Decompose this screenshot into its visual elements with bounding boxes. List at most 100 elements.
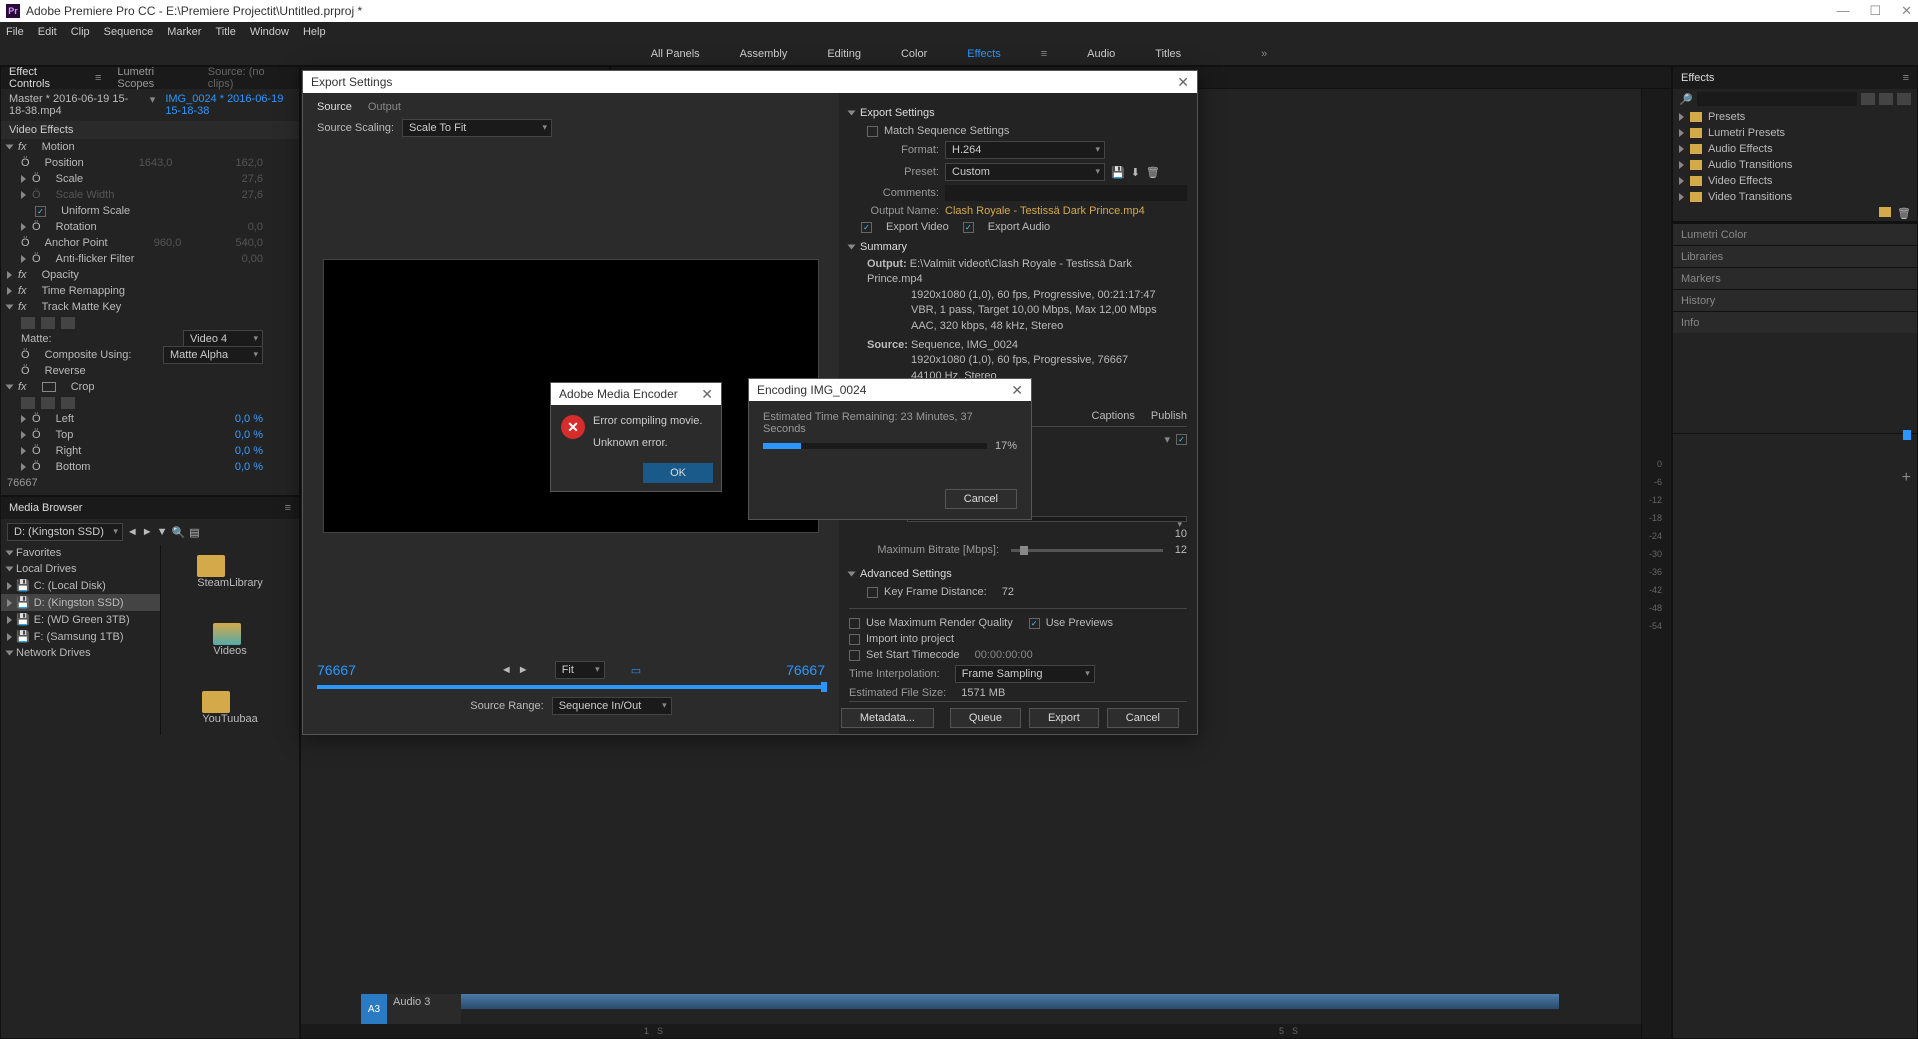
composite-dropdown[interactable]: Matte Alpha — [163, 346, 263, 364]
advanced-settings-header[interactable]: Advanced Settings — [860, 568, 952, 580]
ws-color[interactable]: Color — [901, 48, 927, 60]
drive-c[interactable]: C: (Local Disk) — [34, 580, 106, 592]
minimize-icon[interactable]: — — [1836, 3, 1849, 19]
flicker-prop[interactable]: Anti-flicker Filter — [56, 253, 135, 265]
panel-info[interactable]: Info — [1673, 311, 1917, 333]
new-bin-icon[interactable] — [1879, 207, 1891, 217]
tab-lumetri-scopes[interactable]: Lumetri Scopes — [117, 66, 191, 90]
menu-help[interactable]: Help — [303, 26, 326, 38]
audio-waveform[interactable] — [461, 994, 1559, 1009]
previews-checkbox[interactable]: ✓ — [1029, 618, 1040, 629]
import-preset-icon[interactable]: ⬇ — [1131, 166, 1140, 179]
folder-item[interactable]: Videos — [213, 623, 246, 657]
cat-video-fx[interactable]: Video Effects — [1708, 175, 1772, 187]
crop-left[interactable]: Left — [56, 413, 74, 425]
panel-libraries[interactable]: Libraries — [1673, 245, 1917, 267]
tc-next-icon[interactable]: ► — [518, 664, 529, 676]
aspect-icon[interactable]: ▭ — [631, 664, 641, 677]
metadata-button[interactable]: Metadata... — [841, 708, 934, 728]
track-header-a3[interactable]: A3 — [361, 994, 387, 1024]
cat-video-trans[interactable]: Video Transitions — [1708, 191, 1792, 203]
overflow-icon[interactable]: » — [1261, 48, 1267, 60]
effects-search-input[interactable] — [1697, 92, 1857, 106]
filter-icon[interactable]: ▼ — [157, 526, 168, 538]
uniform-scale-checkbox[interactable]: ✓ — [35, 206, 46, 217]
export-tab-source[interactable]: Source — [317, 101, 352, 113]
panel-menu-icon[interactable]: ≡ — [285, 502, 291, 514]
fx-badge-icon[interactable] — [1861, 93, 1875, 105]
delete-preset-icon[interactable]: 🗑 — [1146, 166, 1160, 179]
tc-prev-icon[interactable]: ◄ — [501, 664, 512, 676]
panel-lumetri-color[interactable]: Lumetri Color — [1673, 223, 1917, 245]
motion-effect[interactable]: Motion — [42, 141, 75, 153]
cat-audio-trans[interactable]: Audio Transitions — [1708, 159, 1792, 171]
source-scaling-dropdown[interactable]: Scale To Fit — [402, 119, 552, 137]
ellipse-mask-icon[interactable] — [21, 317, 35, 329]
folder-item[interactable]: SteamLibrary — [197, 555, 262, 589]
tab-publish[interactable]: Publish — [1151, 410, 1187, 422]
ws-all-panels[interactable]: All Panels — [651, 48, 700, 60]
cat-lumetri[interactable]: Lumetri Presets — [1708, 127, 1785, 139]
match-seq-checkbox[interactable] — [867, 126, 878, 137]
preset-dropdown[interactable]: Custom — [945, 163, 1105, 181]
close-icon[interactable]: ✕ — [701, 386, 713, 403]
queue-button[interactable]: Queue — [950, 708, 1021, 728]
cat-presets[interactable]: Presets — [1708, 111, 1745, 123]
unknown-checkbox[interactable]: ✓ — [1176, 434, 1187, 445]
menu-sequence[interactable]: Sequence — [104, 26, 154, 38]
search-icon[interactable]: 🔍 — [172, 526, 186, 539]
panel-menu-icon[interactable]: ≡ — [1903, 72, 1909, 84]
ws-assembly[interactable]: Assembly — [740, 48, 788, 60]
maxq-checkbox[interactable] — [849, 618, 860, 629]
drive-e[interactable]: E: (WD Green 3TB) — [34, 614, 130, 626]
track-matte-effect[interactable]: Track Matte Key — [42, 301, 122, 313]
fit-dropdown[interactable]: Fit — [555, 661, 605, 679]
tab-media-browser[interactable]: Media Browser — [9, 502, 82, 514]
error-ok-button[interactable]: OK — [643, 463, 713, 483]
rect-mask-icon[interactable] — [41, 397, 55, 409]
tc-out[interactable]: 76667 — [786, 662, 825, 678]
export-video-checkbox[interactable]: ✓ — [861, 222, 872, 233]
format-dropdown[interactable]: H.264 — [945, 141, 1105, 159]
maximize-icon[interactable]: ☐ — [1869, 3, 1881, 19]
scale-prop[interactable]: Scale — [56, 173, 84, 185]
comments-input[interactable] — [945, 185, 1187, 201]
back-icon[interactable]: ◄ — [127, 526, 138, 538]
export-audio-checkbox[interactable]: ✓ — [963, 222, 974, 233]
pen-mask-icon[interactable] — [61, 397, 75, 409]
crop-right[interactable]: Right — [56, 445, 82, 457]
cat-audio-fx[interactable]: Audio Effects — [1708, 143, 1773, 155]
output-name-link[interactable]: Clash Royale - Testissä Dark Prince.mp4 — [945, 205, 1145, 217]
export-settings-header[interactable]: Export Settings — [860, 107, 935, 119]
tab-captions[interactable]: Captions — [1092, 410, 1135, 422]
drive-dropdown[interactable]: D: (Kingston SSD) — [7, 523, 123, 541]
playhead-marker[interactable] — [1903, 430, 1911, 440]
kfd-checkbox[interactable] — [867, 587, 878, 598]
time-remap-effect[interactable]: Time Remapping — [42, 285, 125, 297]
search-icon[interactable]: 🔎 — [1679, 93, 1693, 106]
local-drives-node[interactable]: Local Drives — [16, 563, 77, 575]
fx-badge-icon[interactable] — [1879, 93, 1893, 105]
position-prop[interactable]: Position — [45, 157, 84, 169]
drive-d[interactable]: D: (Kingston SSD) — [34, 597, 124, 609]
clip-name[interactable]: IMG_0024 * 2016-06-19 15-18-38 — [165, 93, 291, 117]
menu-title[interactable]: Title — [215, 26, 235, 38]
ellipse-mask-icon[interactable] — [21, 397, 35, 409]
forward-icon[interactable]: ► — [142, 526, 153, 538]
folder-item[interactable]: YouTuubaa — [202, 691, 257, 725]
cancel-button[interactable]: Cancel — [1107, 708, 1179, 728]
ingest-icon[interactable]: ▤ — [189, 526, 199, 539]
tab-source[interactable]: Source: (no clips) — [208, 66, 291, 90]
max-bitrate-slider[interactable] — [1011, 549, 1163, 552]
reverse-prop[interactable]: Reverse — [45, 365, 86, 377]
source-range-dropdown[interactable]: Sequence In/Out — [552, 697, 672, 715]
menu-edit[interactable]: Edit — [38, 26, 57, 38]
add-marker-icon[interactable]: + — [1902, 469, 1911, 486]
ws-titles[interactable]: Titles — [1155, 48, 1181, 60]
close-icon[interactable]: ✕ — [1901, 3, 1912, 19]
drive-f[interactable]: F: (Samsung 1TB) — [34, 631, 124, 643]
fx-badge-icon[interactable] — [1897, 93, 1911, 105]
hamburger-icon[interactable]: ≡ — [1041, 48, 1047, 60]
time-interp-dropdown[interactable]: Frame Sampling — [955, 665, 1095, 683]
ws-effects[interactable]: Effects — [967, 48, 1000, 60]
